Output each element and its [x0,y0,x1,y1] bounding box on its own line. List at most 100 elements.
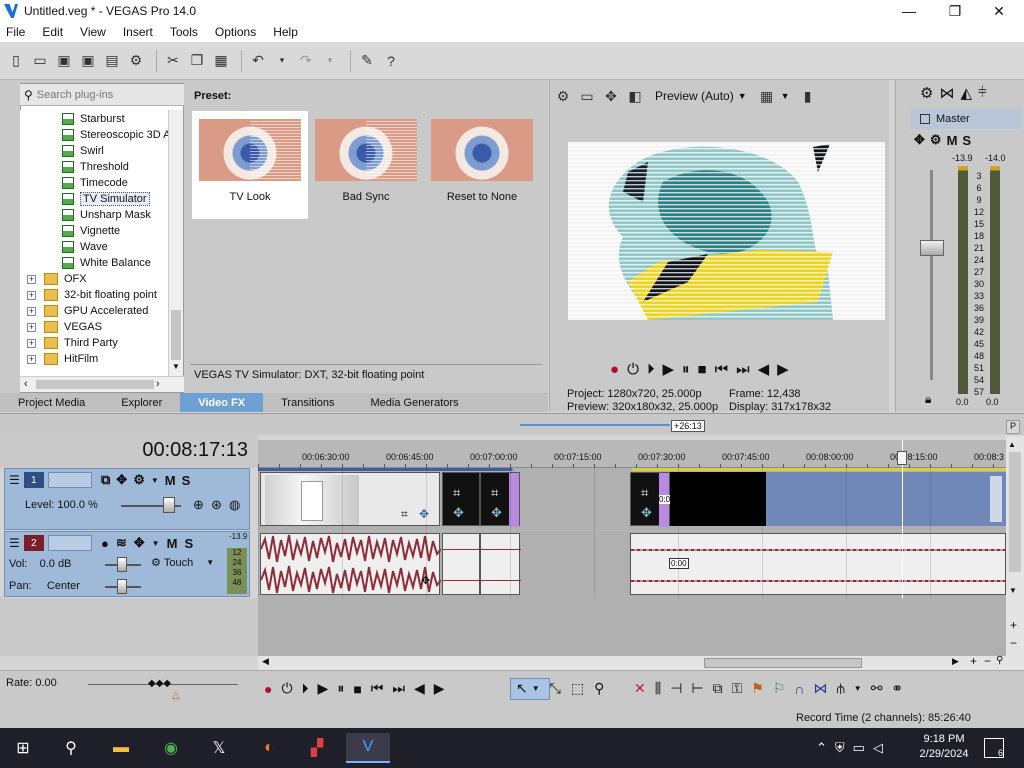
chevron-down-icon[interactable]: ▼ [152,539,160,548]
tab-explorer[interactable]: Explorer [103,393,180,412]
minimize-button[interactable]: — [886,0,932,22]
tree-folder-32bit[interactable]: +32-bit floating point [27,287,157,303]
crop-icon[interactable]: ⌗ [453,485,460,501]
dim-icon[interactable]: ◭ [960,84,972,102]
chevron-down-icon[interactable]: ▼ [151,476,159,485]
external-monitor-icon[interactable]: ▭ [577,86,597,106]
chevron-down-icon[interactable]: ▼ [854,684,862,693]
zoom-tool-icon[interactable]: ⚲ [594,680,604,697]
timeline-hscrollbar[interactable]: ◀ ▶ + − ⚲ [258,654,1006,670]
master-gear-fx-icon[interactable]: ⚙ [930,132,942,148]
play-icon[interactable]: ▶ [318,680,329,697]
event-fx-icon[interactable]: ✥ [453,505,464,521]
expand-icon[interactable]: + [27,274,36,284]
automation-mode-dropdown[interactable]: ⚙ Touch ▼ [151,556,214,570]
scroll-right-icon[interactable]: ▶ [952,656,959,667]
master-solo-button[interactable]: S [962,133,971,148]
go-to-start-icon[interactable]: ⏮ [371,680,384,697]
preset-tv-look[interactable]: TV Look [192,111,308,219]
expand-icon[interactable]: + [27,338,36,348]
tree-item-swirl[interactable]: Swirl [62,143,104,159]
zoom-in-vertical-icon[interactable]: + [1010,618,1017,632]
audio-track-header[interactable]: ☰ 2 ● ≋ ✥ ▼ M S Vol: 0.0 dB ⚙ Touch ▼ Pa… [4,531,250,597]
tab-transitions[interactable]: Transitions [263,393,352,412]
chrome-icon[interactable]: ◉ [156,733,186,763]
tree-folder-vegas[interactable]: + VEGAS [27,319,102,335]
lock-faders-icon[interactable]: ⫩ [978,84,987,102]
video-clip[interactable]: ⌗ ✥ [480,472,520,527]
video-solo-button[interactable]: S [182,473,191,488]
invert-phase-icon[interactable]: ≋ [116,535,127,551]
previous-frame-icon[interactable]: ◀ [758,360,770,378]
open-folder-icon[interactable]: ▭ [30,51,50,71]
tree-folder-third-party[interactable]: + Third Party [27,335,118,351]
menu-file[interactable]: File [4,25,27,39]
collapse-track-icon[interactable]: ☰ [9,536,20,550]
menu-edit[interactable]: Edit [40,25,65,39]
scroll-down-icon[interactable]: ▼ [172,362,180,371]
scroll-right-icon[interactable]: › [156,378,160,390]
tree-folder-hitfilm[interactable]: + HitFilm [27,351,98,367]
tree-item-unsharp-mask[interactable]: Unsharp Mask [62,207,151,223]
plugin-search-input[interactable] [36,88,167,101]
ripple-edit-icon[interactable]: ⫛ [836,680,844,697]
envelope-tool-icon[interactable]: ⤡ [550,680,561,697]
tree-item-timecode[interactable]: Timecode [62,175,128,191]
level-slider-handle[interactable] [163,497,175,513]
region-icon[interactable]: ⚐ [773,680,786,697]
taskbar-search-icon[interactable]: ⚲ [56,733,86,763]
menu-insert[interactable]: Insert [121,25,155,39]
audio-clip[interactable] [442,533,481,595]
go-to-end-icon[interactable]: ⏭ [736,361,750,378]
help-pointer-icon[interactable]: ? [381,51,401,71]
zoom-tool-icon[interactable]: ⚲ [996,655,1003,666]
chevron-down-icon[interactable]: ▼ [781,91,790,101]
split-screen-icon[interactable]: ◧ [625,86,645,106]
scroll-up-icon[interactable]: ▲ [1008,440,1016,449]
tab-media-generators[interactable]: Media Generators [353,393,477,412]
timeline-ruler[interactable]: 00:06:30:00 00:06:45:00 00:07:00:00 00:0… [258,440,1006,468]
event-fx-icon[interactable]: ✥ [419,507,429,521]
fx-preview-icon[interactable]: ✥ [601,86,621,106]
maximize-button[interactable]: ❐ [932,0,978,22]
network-icon[interactable]: ▭ [853,740,865,756]
stop-icon[interactable]: ■ [698,361,707,378]
undo-dropdown-icon[interactable]: ▾ [272,51,292,71]
vscroll-thumb[interactable] [1009,452,1021,572]
cut-icon[interactable]: ✂ [163,51,183,71]
menu-tools[interactable]: Tools [168,25,200,39]
next-frame-icon[interactable]: ▶ [434,680,445,697]
normal-edit-tool-icon[interactable]: ↖ [516,680,528,697]
preset-bad-sync[interactable]: Bad Sync [308,111,424,219]
auto-crossfade-icon[interactable]: ⋈ [813,680,827,697]
compositing-mode-icon[interactable]: ⧉ [101,472,110,488]
taskbar-clock[interactable]: 9:18 PM 2/29/2024 [916,732,972,762]
volume-icon[interactable]: ◁ [873,740,883,756]
master-mute-button[interactable]: M [947,133,958,148]
menu-view[interactable]: View [78,25,108,39]
save-icon[interactable]: ▣ [54,51,74,71]
trim-icon[interactable]: ⫼ [655,680,661,697]
new-project-icon[interactable]: ▯ [6,51,26,71]
menu-help[interactable]: Help [271,25,300,39]
go-to-end-icon[interactable]: ⏭ [392,680,405,697]
volume-slider-handle[interactable] [117,557,127,572]
expand-icon[interactable]: + [27,306,36,316]
record-icon[interactable]: ● [610,361,619,378]
video-mute-button[interactable]: M [165,473,176,488]
fx-plugin-icon[interactable]: ✎ [357,51,377,71]
overlays-grid-icon[interactable]: ▦ [757,86,777,106]
master-fx-icon[interactable]: ✥ [914,132,925,148]
play-from-start-icon[interactable]: ⏵ [302,680,309,697]
chevron-up-icon[interactable]: ⌃ [816,740,827,756]
expand-icon[interactable]: + [27,290,36,300]
pause-icon[interactable]: ⏸ [337,680,344,697]
loop-playback-icon[interactable]: ⏻ [627,361,639,378]
scroll-thumb[interactable] [171,310,181,360]
timeline-timecode[interactable]: 00:08:17:13 [0,432,258,468]
arm-record-icon[interactable]: ● [101,536,109,551]
track-fx-icon[interactable]: ✥ [134,535,145,551]
plugin-tree-vscrollbar[interactable]: ▼ [168,110,183,376]
scroll-left-icon[interactable]: ◀ [262,656,269,667]
redo-icon[interactable]: ↷ [296,51,316,71]
